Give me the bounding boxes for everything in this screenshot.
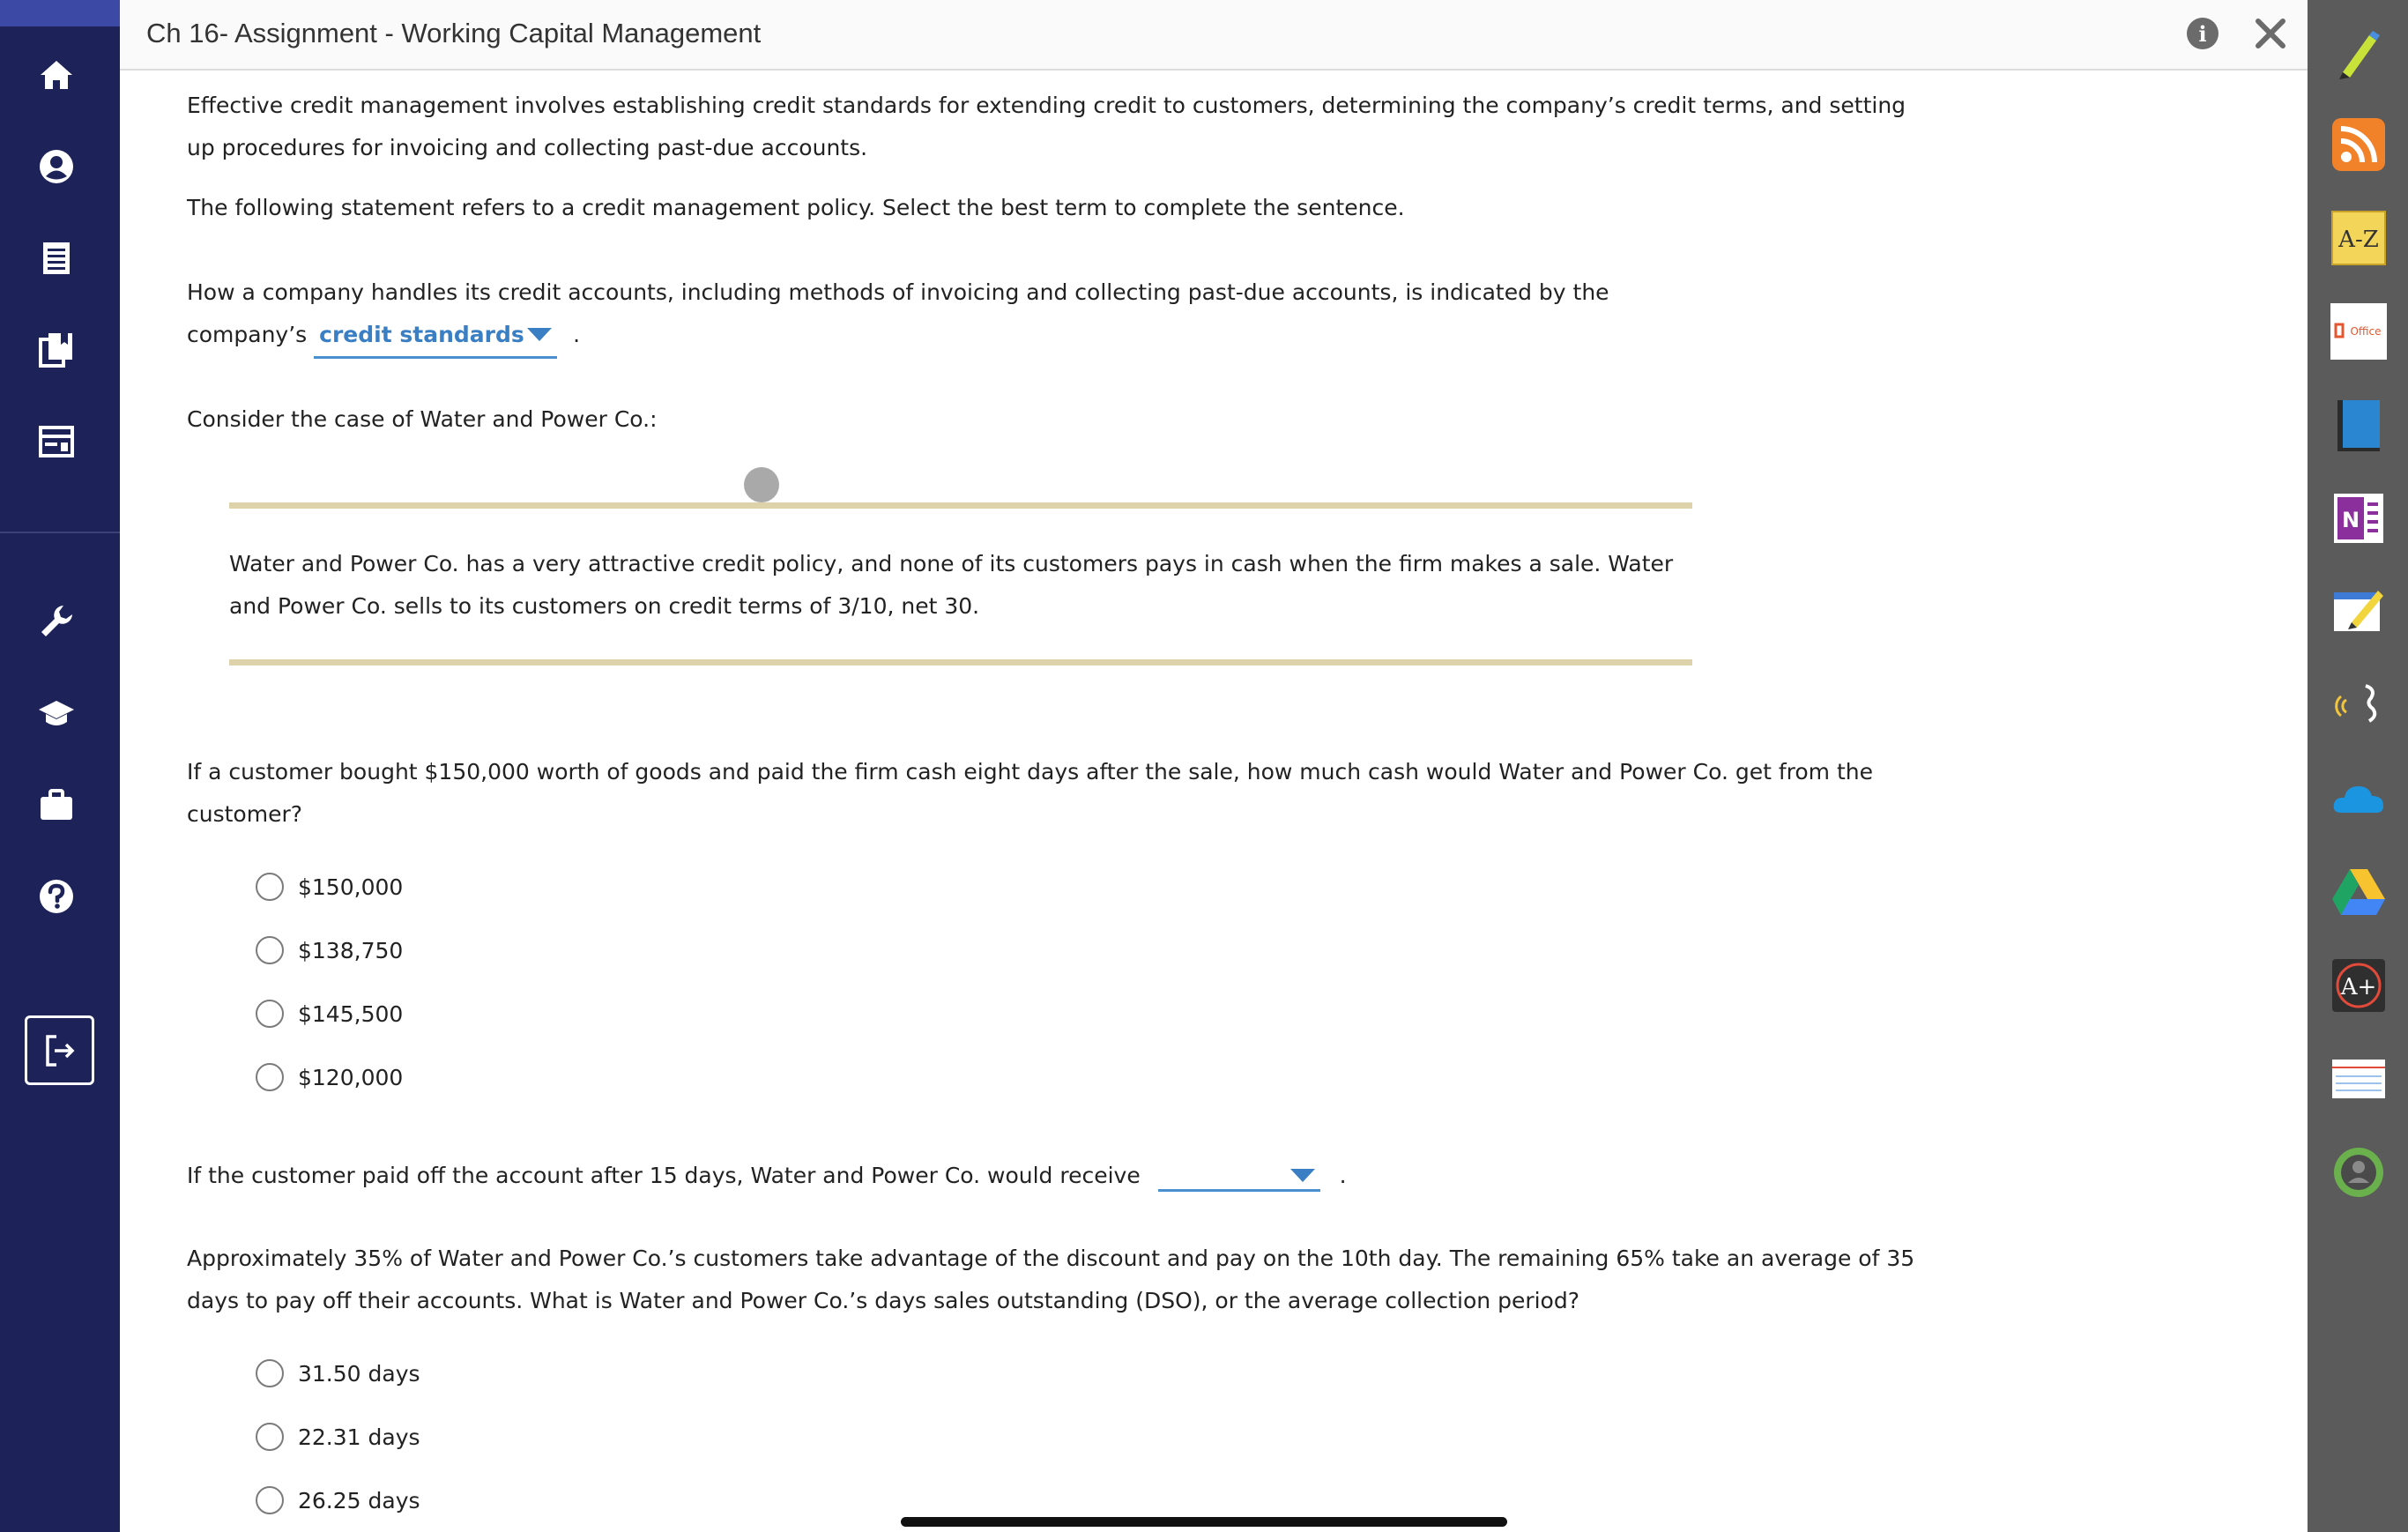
highlighter-icon [2339,31,2380,79]
nav-divider [0,532,120,533]
q3-option-1[interactable]: 31.50 days [256,1356,420,1391]
credit-statement: How a company handles its credit account… [187,271,1650,359]
question-2-period: . [1339,1163,1347,1188]
home-icon[interactable] [29,48,84,102]
left-navigation [0,0,120,1532]
aplus-label: A+ [2340,974,2377,1000]
question-2-text: If the customer paid off the account aft… [187,1163,1141,1188]
option-label: $120,000 [298,1064,404,1090]
radio-button[interactable] [256,1486,284,1514]
gradebook-icon[interactable] [29,231,84,286]
question-2: If the customer paid off the account aft… [187,1153,1932,1197]
aplus-tool[interactable]: A+ [2330,957,2387,1014]
profile-ring-tool[interactable] [2330,1144,2387,1201]
chevron-down-icon [527,328,553,341]
browser-icon[interactable] [29,414,84,469]
ebook-tool[interactable] [2330,397,2387,453]
office-label: Office [2350,325,2381,338]
flashcards-tool[interactable] [2330,1051,2387,1107]
onedrive-icon [2333,786,2383,813]
q1-option-1[interactable]: $150,000 [256,869,403,904]
q1-option-4[interactable]: $120,000 [256,1060,403,1095]
flashcards-icon [2332,1060,2385,1098]
graduation-cap-icon[interactable] [29,686,84,740]
rss-feed-icon [2332,118,2385,171]
home-indicator [901,1517,1507,1527]
q2-answer-dropdown[interactable] [1157,1162,1320,1192]
scenario-bottom-rule [229,659,1692,666]
scenario-top-rule [229,502,1692,509]
question-1: If a customer bought $150,000 worth of g… [187,759,1873,827]
radio-button[interactable] [256,873,284,901]
q3-option-2[interactable]: 22.31 days [256,1419,420,1454]
option-label: 31.50 days [298,1360,420,1387]
assignment-header: Ch 16- Assignment - Working Capital Mana… [120,0,2308,71]
case-intro: Consider the case of Water and Power Co.… [187,406,658,432]
q1-option-2[interactable]: $138,750 [256,933,403,968]
profile-ring-icon [2334,1148,2383,1197]
radio-button[interactable] [256,1000,284,1028]
info-icon[interactable]: i [2187,18,2218,49]
read-speaker-icon [2335,684,2377,723]
radio-button[interactable] [256,1359,284,1387]
tools-sidebar: A-Z Office N A+ [2308,0,2408,1532]
aplus-icon: A+ [2332,959,2385,1012]
radio-button[interactable] [256,936,284,964]
statement-period: . [573,322,581,347]
option-label: 26.25 days [298,1487,420,1513]
help-icon[interactable] [29,869,84,924]
highlighter-tool[interactable] [2330,26,2387,83]
app-root: Ch 16- Assignment - Working Capital Mana… [0,0,2408,1532]
notes-icon [2334,591,2383,631]
wrench-icon[interactable] [29,594,84,649]
question-3: Approximately 35% of Water and Power Co.… [187,1246,1915,1313]
radio-button[interactable] [256,1063,284,1091]
scenario-slider-handle[interactable] [744,467,779,502]
credit-term-dropdown[interactable]: credit standards [314,314,558,359]
option-label: $145,500 [298,1000,404,1027]
google-drive-icon [2332,869,2385,915]
google-drive-tool[interactable] [2330,864,2387,920]
q3-option-3[interactable]: 26.25 days [256,1483,420,1518]
close-icon[interactable] [2253,16,2288,51]
nav-top-accent [0,0,120,26]
read-speaker-tool[interactable] [2330,677,2387,733]
glossary-tool[interactable]: A-Z [2330,210,2387,266]
radio-button[interactable] [256,1423,284,1451]
assignment-content: Effective credit management involves est… [120,72,2308,1532]
briefcase-icon[interactable] [29,777,84,832]
sign-out-icon [45,1034,74,1067]
option-label: 22.31 days [298,1424,420,1450]
rss-feed-tool[interactable] [2330,116,2387,173]
library-icon[interactable] [29,323,84,377]
scenario-text: Water and Power Co. has a very attractiv… [229,551,1674,619]
intro-paragraph: Effective credit management involves est… [187,93,1906,160]
account-icon[interactable] [29,139,84,194]
onenote-label: N [2342,508,2360,532]
page-title: Ch 16- Assignment - Working Capital Mana… [146,18,762,48]
instruction-paragraph: The following statement refers to a cred… [187,195,1405,220]
option-label: $138,750 [298,937,404,963]
chevron-down-icon [1289,1169,1315,1182]
sign-out-button[interactable] [25,1015,94,1085]
notes-tool[interactable] [2330,584,2387,640]
option-label: $150,000 [298,874,404,900]
q1-option-3[interactable]: $145,500 [256,996,403,1031]
onenote-tool[interactable]: N [2330,490,2387,547]
ebook-icon [2337,400,2380,451]
glossary-label: A-Z [2337,227,2379,253]
onedrive-tool[interactable] [2330,770,2387,827]
credit-term-selected: credit standards [319,322,524,347]
office-tool[interactable]: Office [2330,303,2387,360]
office-icon: Office [2330,303,2387,360]
glossary-az-icon: A-Z [2331,211,2386,265]
onenote-icon: N [2334,494,2383,543]
